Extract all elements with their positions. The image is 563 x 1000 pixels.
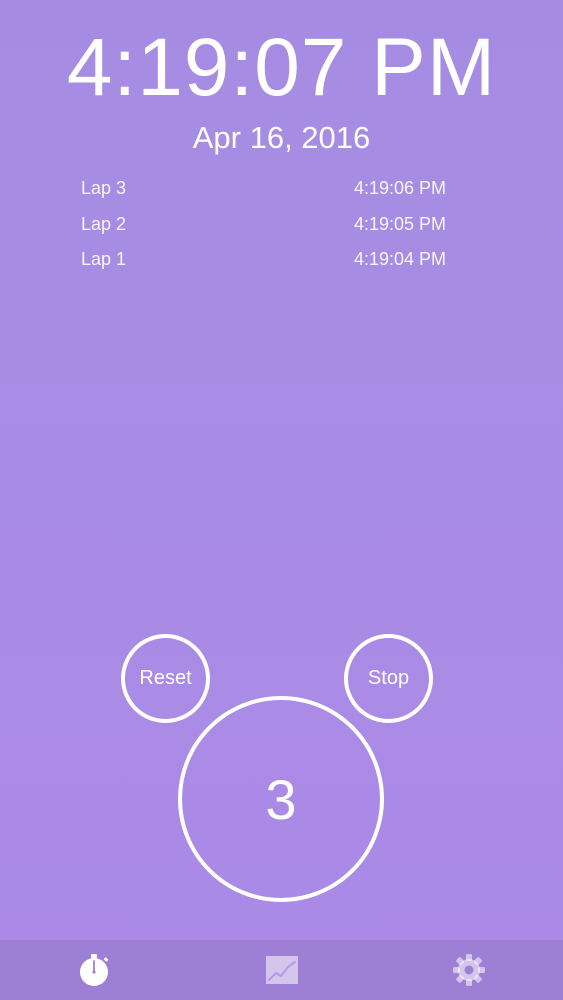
lap-label: Lap 2 <box>81 213 127 234</box>
lap-time: 4:19:05 PM <box>353 213 446 234</box>
stop-button-label: Stop <box>367 667 410 689</box>
chart-icon <box>264 954 300 986</box>
current-time: 4:19:07 PM <box>66 22 497 113</box>
tab-bar <box>0 940 563 1000</box>
stopwatch-icon <box>76 952 112 988</box>
lap-row: Lap 3 4:19:06 PM <box>81 172 446 208</box>
lap-button[interactable]: 3 <box>178 696 384 902</box>
stop-button[interactable]: Stop <box>344 634 433 723</box>
tab-statistics[interactable] <box>188 940 376 1000</box>
lap-label: Lap 3 <box>81 178 127 198</box>
reset-button-label: Reset <box>139 667 192 689</box>
tab-stopwatch[interactable] <box>0 940 188 1000</box>
lap-count: 3 <box>265 767 297 831</box>
lap-row: Lap 1 4:19:04 PM <box>81 243 446 279</box>
lap-label: Lap 1 <box>81 249 127 269</box>
tab-settings[interactable] <box>375 940 563 1000</box>
reset-button[interactable]: Reset <box>121 634 210 723</box>
lap-time: 4:19:04 PM <box>353 249 446 269</box>
lap-row: Lap 2 4:19:05 PM <box>81 208 446 244</box>
lap-time: 4:19:06 PM <box>353 178 446 198</box>
lap-list: Lap 3 4:19:06 PM Lap 2 4:19:05 PM Lap 1 … <box>81 172 446 279</box>
current-date: Apr 16, 2016 <box>192 120 371 155</box>
gear-icon <box>451 952 487 988</box>
